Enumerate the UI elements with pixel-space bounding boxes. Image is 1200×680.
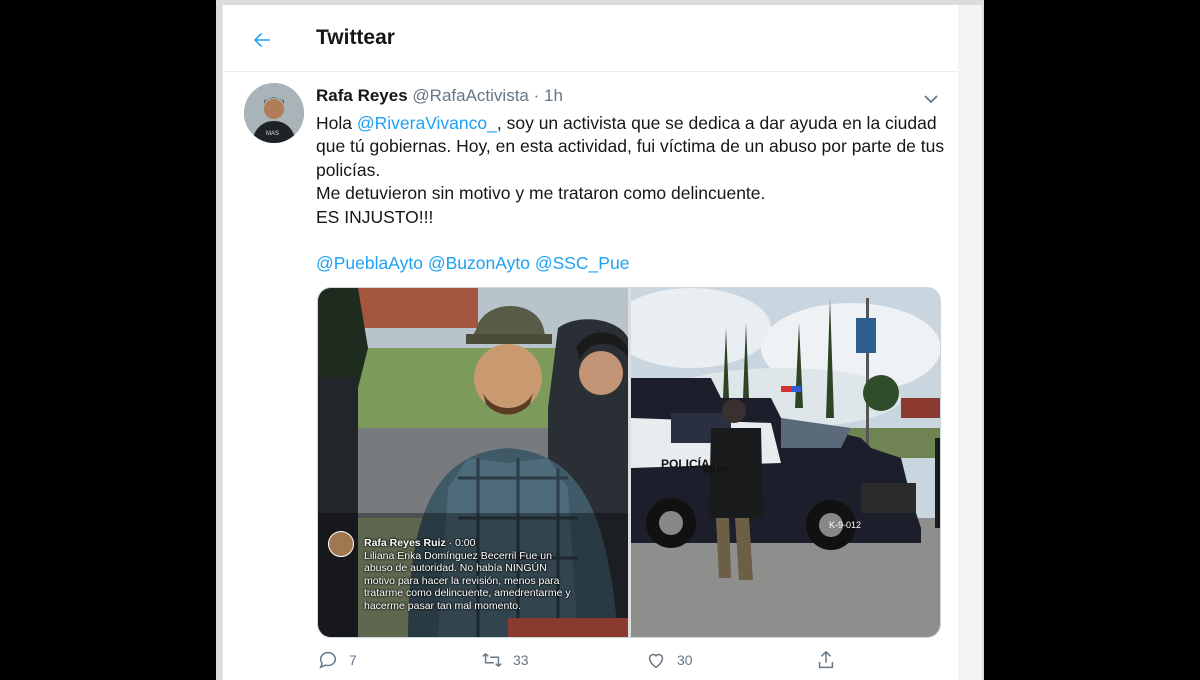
like-button[interactable]: 30 xyxy=(645,649,693,671)
svg-text:MAS: MAS xyxy=(266,131,279,137)
tweet-paragraph-2: Me detuvieron sin motivo y me trataron c… xyxy=(316,183,766,204)
author-handle[interactable]: @RafaActivista xyxy=(412,86,528,105)
media-grid: Rafa Reyes Ruiz · 0:00 Liliana Erika Dom… xyxy=(317,287,941,638)
media-photo-1[interactable]: Rafa Reyes Ruiz · 0:00 Liliana Erika Dom… xyxy=(318,288,628,637)
mentions-line: @PueblaAyto @BuzonAyto @SSC_Pue xyxy=(316,252,956,275)
tweet-paragraph-1: Hola @RiveraVivanco_, soy un activista q… xyxy=(316,113,945,180)
overlay-name: Rafa Reyes Ruiz xyxy=(364,537,446,549)
tweet-paragraph-3: ES INJUSTO!!! xyxy=(316,206,434,227)
tweet-header: Rafa Reyes @RafaActivista · 1h xyxy=(316,85,563,107)
video-overlay: Rafa Reyes Ruiz · 0:00 Liliana Erika Dom… xyxy=(364,537,574,613)
mention-link[interactable]: @RiveraVivanco_ xyxy=(357,113,497,133)
meta-separator: · xyxy=(533,86,540,105)
mention-link[interactable]: @BuzonAyto xyxy=(428,253,530,273)
more-options-button[interactable] xyxy=(919,87,943,111)
chevron-down-icon xyxy=(924,95,938,104)
share-icon xyxy=(818,650,834,669)
reply-icon xyxy=(319,651,337,669)
overlay-text: Liliana Erika Domínguez Becerril Fue un … xyxy=(364,549,571,612)
back-button[interactable] xyxy=(243,21,281,59)
retweet-button[interactable]: 33 xyxy=(481,649,529,671)
overlay-avatar xyxy=(328,531,354,557)
reply-button[interactable]: 7 xyxy=(317,649,357,671)
mention-link[interactable]: @SSC_Pue xyxy=(535,253,630,273)
heart-icon xyxy=(648,653,664,669)
tweet-actions: 7 33 30 xyxy=(317,649,917,679)
tweet-column: Twittear MAS Rafa Reyes @RafaActivista ·… xyxy=(222,5,960,680)
share-button[interactable] xyxy=(815,649,837,671)
arrow-left-icon xyxy=(253,32,270,48)
tweet-text: Hola @RiveraVivanco_, soy un activista q… xyxy=(316,112,956,276)
retweet-icon xyxy=(482,653,502,667)
reply-count: 7 xyxy=(349,652,357,668)
mention-link[interactable]: @PueblaAyto xyxy=(316,253,423,273)
page-title: Twittear xyxy=(316,26,395,49)
avatar[interactable]: MAS xyxy=(244,83,304,143)
scrollbar[interactable] xyxy=(958,5,982,680)
overlay-time: 0:00 xyxy=(455,537,476,549)
like-count: 30 xyxy=(677,652,693,668)
truck-plate: K-9-012 xyxy=(829,520,861,530)
media-photo-2[interactable]: POLICÍA MUN K-9-012 xyxy=(631,288,940,637)
truck-label: MUN xyxy=(703,464,728,476)
author-name[interactable]: Rafa Reyes xyxy=(316,86,408,105)
header-bar: Twittear xyxy=(223,5,959,72)
tweet-time[interactable]: 1h xyxy=(544,86,563,105)
retweet-count: 33 xyxy=(513,652,529,668)
